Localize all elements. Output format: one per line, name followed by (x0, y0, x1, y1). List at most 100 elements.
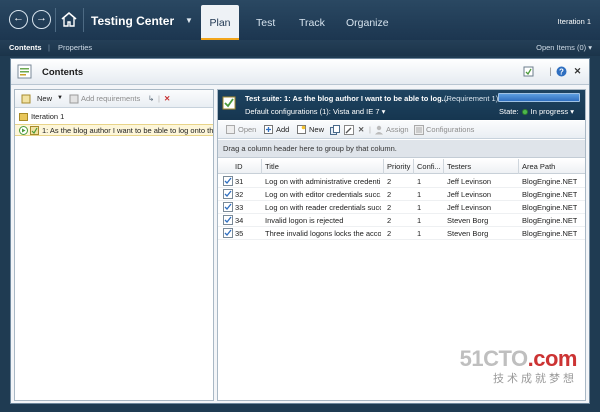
chevron-down-icon[interactable]: ▼ (185, 16, 193, 25)
new-dropdown-icon[interactable]: ▼ (57, 95, 63, 101)
folder-icon (19, 113, 28, 121)
subnav-separator: | (48, 43, 50, 52)
home-icon[interactable] (60, 11, 78, 28)
cell-title: Three invalid logons locks the acco... (265, 229, 381, 238)
column-divider[interactable] (518, 159, 519, 174)
cell-tester: Jeff Levinson (447, 190, 492, 199)
cell-id: 31 (235, 177, 244, 186)
watermark-tagline: 技术成就梦想 (493, 373, 577, 385)
watermark-logo-suffix: .com (527, 346, 578, 371)
add-requirements-button[interactable]: Add requirements (81, 94, 140, 103)
cell-configurations: 1 (417, 203, 422, 212)
column-id[interactable]: ID (235, 162, 243, 171)
help-icon[interactable]: ? (556, 66, 567, 77)
tab-plan[interactable]: Plan (201, 5, 239, 40)
current-iteration[interactable]: Iteration 1 (558, 17, 591, 26)
cell-priority: 2 (387, 177, 392, 186)
window-title: Contents (42, 67, 84, 78)
tree-item-suite[interactable]: 1: As the blog author I want to be able … (15, 124, 213, 136)
default-configurations[interactable]: Default configurations (1): Vista and IE… (245, 107, 385, 116)
cell-area-path: BlogEngine.NET (522, 229, 578, 238)
watermark: 51CTO.com 技术成就梦想 (460, 346, 578, 386)
add-icon (264, 125, 273, 134)
forward-arrow-icon[interactable]: → (32, 10, 51, 29)
new-icon (297, 125, 306, 134)
cell-title: Log on with editor credentials succ... (265, 190, 381, 199)
cell-tester: Steven Borg (447, 229, 489, 238)
tree-item-label: 1: As the blog author I want to be able … (42, 126, 213, 135)
configurations-icon (414, 125, 424, 135)
cell-id: 32 (235, 190, 244, 199)
back-arrow-icon[interactable]: ← (9, 10, 28, 29)
suite-header: Test suite: 1: As the blog author I want… (218, 90, 585, 120)
column-divider[interactable] (383, 159, 384, 174)
add-requirements-icon (69, 94, 79, 104)
column-title[interactable]: Title (265, 162, 279, 171)
cell-title: Log on with administrative credenti... (265, 177, 381, 186)
svg-text:?: ? (559, 68, 564, 77)
cell-configurations: 1 (417, 190, 422, 199)
tab-organize[interactable]: Organize (346, 17, 389, 29)
requirement-link[interactable]: (Requirement 1) (444, 94, 498, 103)
table-row[interactable]: 32 Log on with editor credentials succ..… (218, 188, 585, 201)
table-row[interactable]: 35 Three invalid logons locks the acco..… (218, 227, 585, 240)
tab-track[interactable]: Track (299, 17, 325, 29)
column-divider[interactable] (413, 159, 414, 174)
suite-tree-pane: New ▼ Add requirements ↳ | ✕ Iteration 1 (14, 89, 214, 401)
cell-configurations: 1 (417, 216, 422, 225)
close-icon[interactable]: ✕ (572, 66, 583, 77)
cell-priority: 2 (387, 203, 392, 212)
table-row[interactable]: 33 Log on with reader credentials succ..… (218, 201, 585, 214)
contents-window: Contents | ? ✕ New ▼ Add requirements ↳ … (10, 58, 590, 404)
table-row[interactable]: 31 Log on with administrative credenti..… (218, 175, 585, 188)
test-case-icon (223, 202, 233, 212)
column-configurations[interactable]: Confi... (417, 162, 441, 171)
column-area-path[interactable]: Area Path (522, 162, 555, 171)
column-priority[interactable]: Priority (387, 162, 410, 171)
divider: | (369, 125, 371, 134)
open-button[interactable]: Open (238, 125, 256, 134)
arrow-icon[interactable]: ↳ (148, 94, 154, 103)
column-divider[interactable] (261, 159, 262, 174)
delete-icon[interactable]: ✕ (164, 94, 170, 103)
assign-button[interactable]: Assign (386, 125, 409, 134)
cell-tester: Jeff Levinson (447, 203, 492, 212)
app-title: Testing Center (91, 14, 175, 28)
new-suite-icon[interactable] (21, 94, 31, 104)
green-arrow-icon (19, 126, 28, 135)
copy-icon[interactable] (330, 125, 340, 135)
column-testers[interactable]: Testers (447, 162, 471, 171)
edit-icon[interactable] (344, 125, 354, 135)
open-items-menu[interactable]: Open Items (0) ▾ (536, 43, 592, 52)
cell-id: 35 (235, 229, 244, 238)
tree-item-label: Iteration 1 (31, 112, 65, 121)
group-by-hint[interactable]: Drag a column header here to group by th… (218, 140, 585, 158)
suite-title: Test suite: 1: As the blog author I want… (245, 94, 448, 103)
state-selector[interactable]: State: In progress ▾ (499, 107, 574, 116)
tab-test[interactable]: Test (256, 17, 275, 29)
tree-item-iteration[interactable]: Iteration 1 (15, 111, 213, 123)
table-row[interactable]: 34 Invalid logon is rejected 2 1 Steven … (218, 214, 585, 227)
new-test-case-button[interactable]: New (309, 125, 324, 134)
configurations-label: Default configurations (1): Vista and IE… (245, 107, 380, 116)
subnav-properties[interactable]: Properties (58, 43, 92, 52)
cell-area-path: BlogEngine.NET (522, 216, 578, 225)
add-button[interactable]: Add (276, 125, 289, 134)
new-button[interactable]: New (37, 94, 52, 103)
open-items-label: Open Items (0) (536, 43, 587, 52)
column-divider[interactable] (443, 159, 444, 174)
cell-title: Log on with reader credentials succ... (265, 203, 381, 212)
divider: | (549, 66, 552, 76)
requirement-icon (30, 126, 39, 135)
refresh-icon[interactable] (523, 66, 534, 77)
requirement-progress-bar (498, 93, 580, 102)
state-value: In progress (530, 107, 569, 116)
cell-id: 34 (235, 216, 244, 225)
cell-priority: 2 (387, 216, 392, 225)
state-label: State: (499, 107, 519, 116)
remove-icon[interactable]: ✕ (358, 125, 364, 134)
configurations-button[interactable]: Configurations (426, 125, 474, 134)
test-case-icon (223, 189, 233, 199)
cell-tester: Steven Borg (447, 216, 489, 225)
subnav-contents[interactable]: Contents (9, 43, 42, 52)
